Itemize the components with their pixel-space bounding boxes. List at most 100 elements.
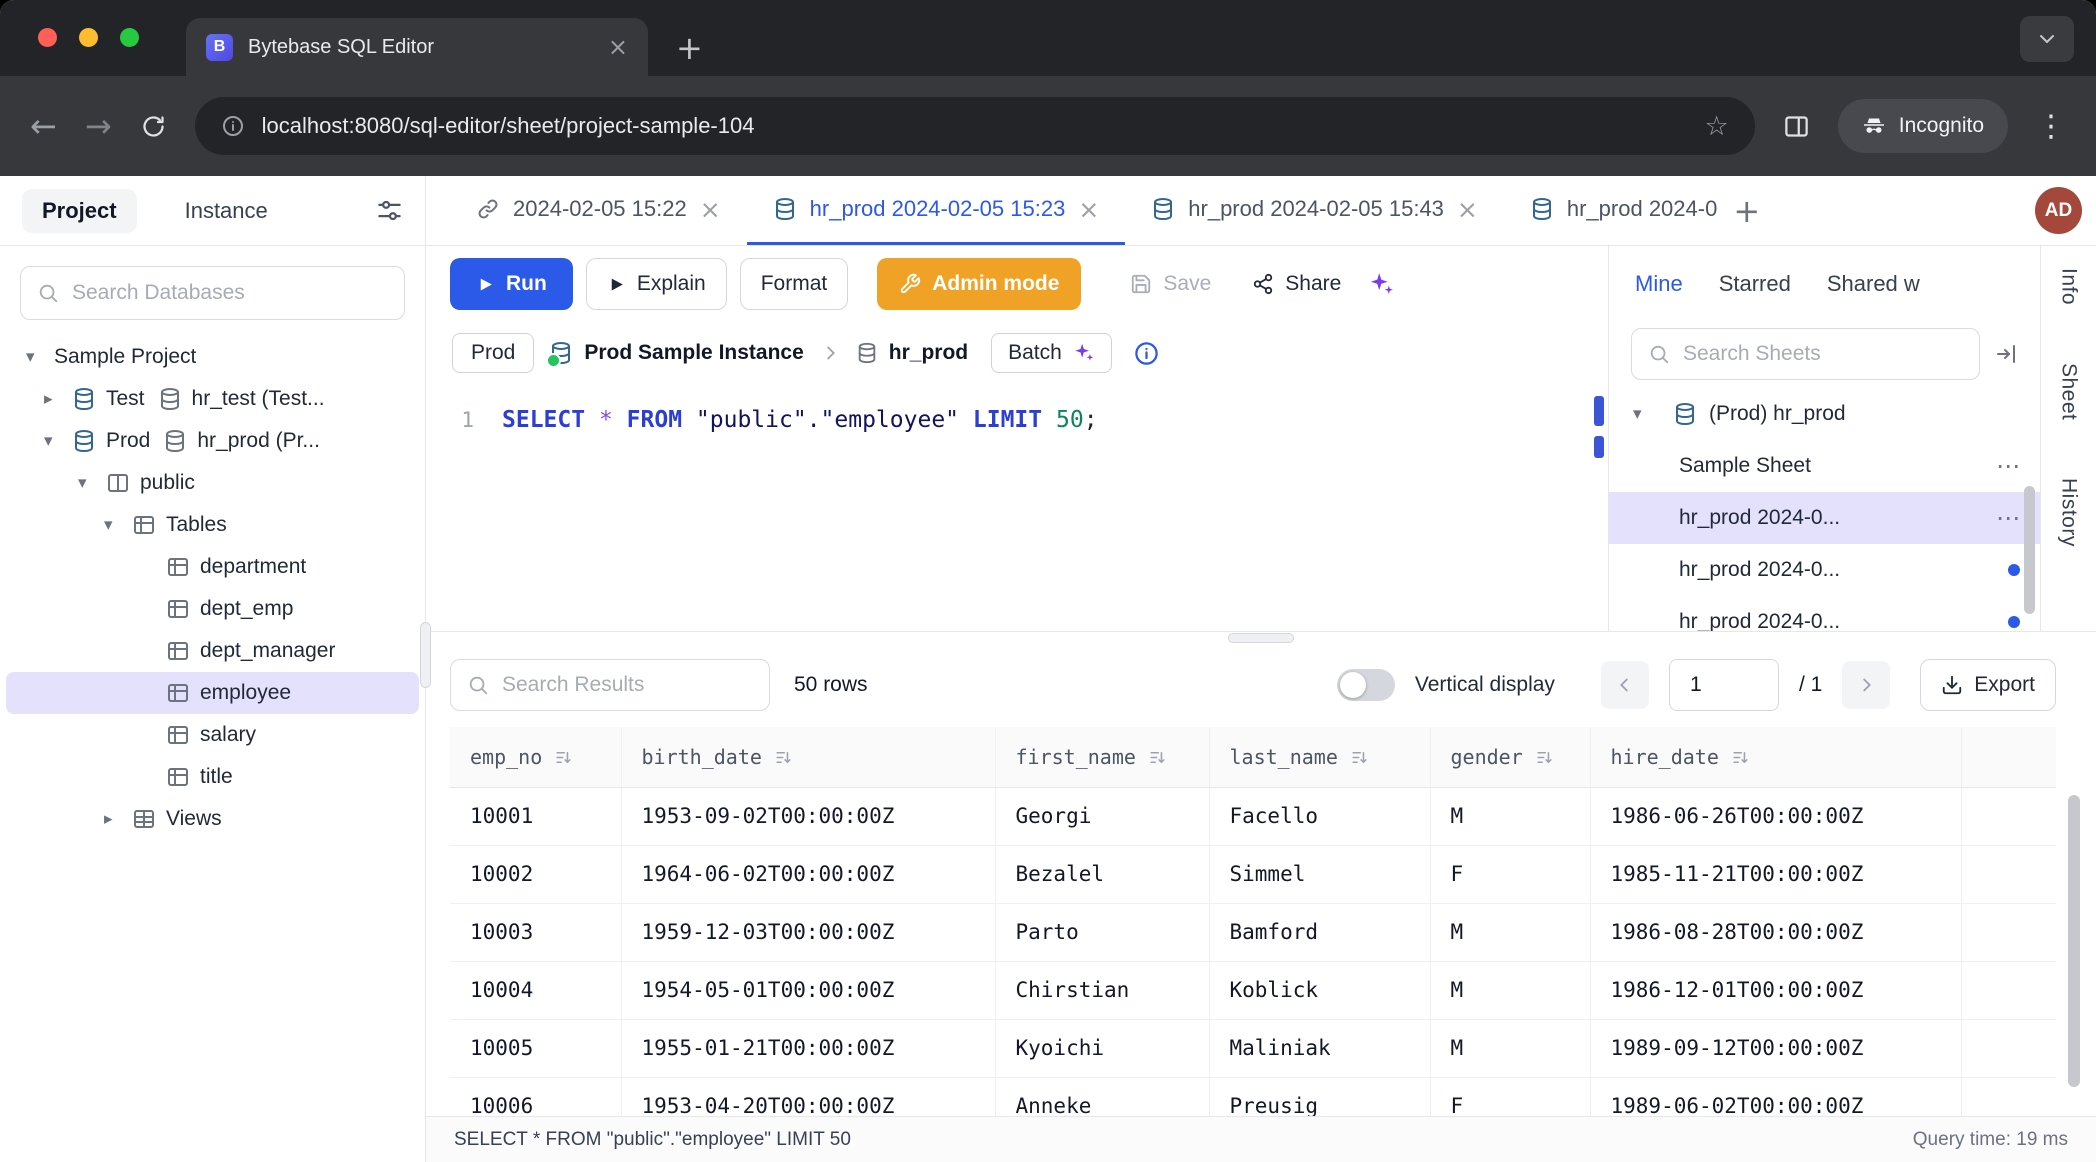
table-row[interactable]: 100041954-05-01T00:00:00ZChirstianKoblic…	[450, 961, 2056, 1019]
vertical-display-toggle[interactable]	[1337, 669, 1395, 701]
tree-item-employee[interactable]: employee	[6, 672, 419, 714]
column-header-hire-date[interactable]: hire_date	[1590, 727, 1961, 787]
tab-shared[interactable]: Shared w	[1827, 271, 1920, 297]
close-icon[interactable]: ×	[700, 195, 721, 224]
sort-icon[interactable]	[554, 748, 573, 767]
filter-settings-icon[interactable]	[376, 197, 403, 224]
menu-dots-icon[interactable]: ⋮	[2036, 109, 2066, 144]
sheet-tab-hr-prod-2024-0[interactable]: hr_prod 2024-0	[1504, 176, 1717, 245]
tree-item-views[interactable]: ▸Views	[0, 798, 425, 840]
prev-page-button[interactable]	[1601, 661, 1649, 709]
sheet-tab-hr-prod-2024-02-05-15-23[interactable]: hr_prod 2024-02-05 15:23×	[747, 176, 1126, 245]
minimize-window-icon[interactable]	[79, 28, 98, 47]
sheet-tab-2024-02-05-15-22[interactable]: 2024-02-05 15:22×	[450, 176, 747, 245]
tab-starred[interactable]: Starred	[1719, 271, 1791, 297]
sheet-item-hr-prod-2024-0[interactable]: hr_prod 2024-0...	[1609, 596, 2040, 631]
sheet-item-sample-sheet[interactable]: Sample Sheet⋯	[1609, 440, 2040, 492]
chevron-down-icon[interactable]: ▾	[78, 473, 106, 493]
database-breadcrumb[interactable]: hr_prod	[856, 341, 968, 365]
close-icon[interactable]: ×	[1457, 195, 1478, 224]
page-input[interactable]	[1669, 659, 1779, 711]
chevron-down-icon[interactable]: ▾	[104, 515, 132, 535]
sheet-tab-hr-prod-2024-02-05-15-43[interactable]: hr_prod 2024-02-05 15:43×	[1125, 176, 1504, 245]
sort-icon[interactable]	[1731, 748, 1750, 767]
sql-editor[interactable]: 1 SELECT * FROM "public"."employee" LIMI…	[426, 384, 1608, 631]
tree-item-tables[interactable]: ▾Tables	[0, 504, 425, 546]
editor-scrollbar[interactable]	[1592, 392, 1605, 623]
new-tab-button[interactable]: +	[676, 32, 703, 64]
tab-search-chevron[interactable]	[2020, 16, 2074, 62]
table-row[interactable]: 100061953-04-20T00:00:00ZAnnekePreusigF1…	[450, 1077, 2056, 1116]
admin-mode-button[interactable]: Admin mode	[877, 258, 1081, 310]
column-header-gender[interactable]: gender	[1430, 727, 1590, 787]
tree-item-hr-test-test[interactable]: ▸Testhr_test (Test...	[0, 378, 425, 420]
explain-button[interactable]: Explain	[586, 258, 727, 310]
sort-icon[interactable]	[774, 748, 793, 767]
tree-item-hr-prod-pr[interactable]: ▾Prodhr_prod (Pr...	[0, 420, 425, 462]
close-tab-icon[interactable]: ×	[608, 33, 628, 61]
sort-icon[interactable]	[1535, 748, 1554, 767]
save-button[interactable]: Save	[1116, 258, 1225, 310]
table-row[interactable]: 100021964-06-02T00:00:00ZBezalelSimmelF1…	[450, 845, 2056, 903]
table-row[interactable]: 100031959-12-03T00:00:00ZPartoBamfordM19…	[450, 903, 2056, 961]
batch-button[interactable]: Batch	[991, 333, 1112, 373]
chevron-down-icon[interactable]: ▾	[1633, 404, 1661, 424]
tree-item-dept-manager[interactable]: dept_manager	[0, 630, 425, 672]
ai-sparkle-icon[interactable]	[1368, 271, 1395, 298]
tree-item-public[interactable]: ▾public	[0, 462, 425, 504]
column-header-last-name[interactable]: last_name	[1209, 727, 1430, 787]
rail-tab-sheet[interactable]: Sheet	[2057, 363, 2081, 420]
tree-item-title[interactable]: title	[0, 756, 425, 798]
database-search-input[interactable]	[72, 281, 388, 305]
zoom-window-icon[interactable]	[120, 28, 139, 47]
tree-item-dept-emp[interactable]: dept_emp	[0, 588, 425, 630]
chevron-right-icon[interactable]: ▸	[44, 389, 72, 409]
column-header-emp-no[interactable]: emp_no	[450, 727, 621, 787]
chevron-right-icon[interactable]: ▸	[104, 809, 132, 829]
forward-button[interactable]: →	[85, 107, 112, 145]
tree-item-salary[interactable]: salary	[0, 714, 425, 756]
ellipsis-menu-icon[interactable]: ⋯	[1996, 452, 2020, 480]
table-row[interactable]: 100011953-09-02T00:00:00ZGeorgiFacelloM1…	[450, 787, 2056, 845]
collapse-panel-icon[interactable]	[1994, 342, 2018, 366]
site-info-icon[interactable]	[221, 114, 245, 138]
sort-icon[interactable]	[1350, 748, 1369, 767]
close-window-icon[interactable]	[38, 28, 57, 47]
side-panel-icon[interactable]	[1783, 113, 1810, 140]
close-icon[interactable]: ×	[1078, 195, 1099, 224]
results-scrollbar[interactable]	[2068, 795, 2080, 1087]
results-search-input[interactable]	[502, 673, 753, 697]
sidebar-tab-instance[interactable]: Instance	[165, 189, 288, 233]
divider-drag-handle[interactable]	[1228, 633, 1294, 643]
share-button[interactable]: Share	[1238, 258, 1355, 310]
sheet-group-prod-hr-prod[interactable]: ▾(Prod) hr_prod	[1609, 388, 2040, 440]
sheet-item-hr-prod-2024-0[interactable]: hr_prod 2024-0...⋯	[1609, 492, 2040, 544]
reload-button[interactable]	[140, 113, 167, 140]
sheets-scrollbar[interactable]	[2024, 486, 2035, 614]
run-button[interactable]: Run	[450, 258, 573, 310]
next-page-button[interactable]	[1842, 661, 1890, 709]
column-header-first-name[interactable]: first_name	[995, 727, 1209, 787]
ellipsis-menu-icon[interactable]: ⋯	[1996, 504, 2020, 532]
sidebar-resize-handle[interactable]	[420, 622, 431, 688]
sort-icon[interactable]	[1148, 748, 1167, 767]
column-header-birth-date[interactable]: birth_date	[621, 727, 995, 787]
url-bar[interactable]: localhost:8080/sql-editor/sheet/project-…	[195, 97, 1755, 155]
sidebar-tab-project[interactable]: Project	[22, 189, 137, 233]
sheets-search-input[interactable]	[1683, 342, 1963, 366]
instance-breadcrumb[interactable]: Prod Sample Instance	[549, 341, 803, 365]
export-button[interactable]: Export	[1920, 659, 2056, 711]
browser-tab[interactable]: B Bytebase SQL Editor ×	[186, 18, 648, 76]
table-row[interactable]: 100051955-01-21T00:00:00ZKyoichiMaliniak…	[450, 1019, 2056, 1077]
chevron-down-icon[interactable]: ▾	[26, 347, 54, 367]
back-button[interactable]: ←	[30, 107, 57, 145]
avatar[interactable]: AD	[2035, 187, 2082, 234]
tab-mine[interactable]: Mine	[1635, 271, 1683, 297]
info-icon[interactable]	[1133, 340, 1160, 367]
format-button[interactable]: Format	[740, 258, 849, 310]
chevron-down-icon[interactable]: ▾	[44, 431, 72, 451]
environment-badge[interactable]: Prod	[452, 333, 534, 373]
rail-tab-history[interactable]: History	[2057, 478, 2081, 547]
tree-item-sample-project[interactable]: ▾Sample Project	[0, 336, 425, 378]
add-sheet-button[interactable]: +	[1717, 176, 1776, 245]
